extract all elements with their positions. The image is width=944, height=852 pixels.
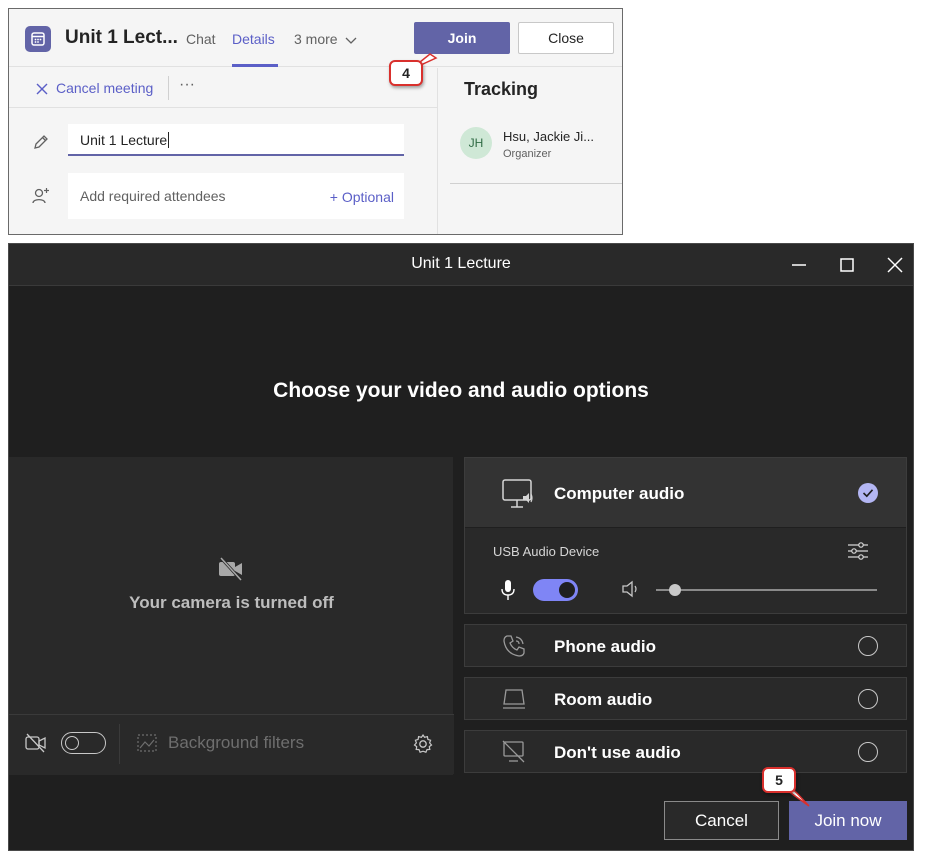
- tab-more-label: 3 more: [294, 31, 338, 47]
- phone-icon: [503, 635, 525, 657]
- meeting-details-panel: Unit 1 Lect... Chat Details 3 more Join …: [8, 8, 623, 235]
- avatar: JH: [460, 127, 492, 159]
- video-bar-divider: [119, 724, 120, 764]
- active-tab-indicator: [232, 64, 278, 67]
- text-cursor: [168, 132, 170, 148]
- checkmark-icon: [862, 489, 874, 498]
- dialog-heading: Choose your video and audio options: [273, 379, 649, 402]
- toolbar-divider: [168, 76, 169, 100]
- audio-device-label: USB Audio Device: [493, 544, 600, 559]
- background-filters-button[interactable]: Background filters: [168, 733, 304, 753]
- chevron-down-icon: [346, 37, 357, 45]
- meeting-title: Unit 1 Lect...: [65, 27, 178, 48]
- microphone-toggle[interactable]: [533, 579, 578, 601]
- tab-details[interactable]: Details: [232, 31, 275, 47]
- audio-option-none[interactable]: Don't use audio: [464, 730, 907, 773]
- room-device-icon: [503, 689, 525, 709]
- camera-off-message: Your camera is turned off: [129, 593, 334, 612]
- microphone-toggle-knob: [559, 582, 575, 598]
- no-audio-radio[interactable]: [858, 742, 878, 762]
- computer-speaker-icon: [502, 479, 533, 508]
- camera-toggle[interactable]: [61, 732, 106, 754]
- device-settings-icon[interactable]: [847, 541, 869, 561]
- minimize-icon[interactable]: [787, 253, 811, 277]
- audio-option-room[interactable]: Room audio: [464, 677, 907, 720]
- speaker-volume-icon: [622, 580, 637, 598]
- no-audio-label: Don't use audio: [554, 743, 681, 762]
- prejoin-dialog: Unit 1 Lecture Choose your video and aud…: [8, 243, 914, 851]
- microphone-icon: [501, 580, 515, 600]
- no-audio-icon: [502, 740, 525, 763]
- cancel-meeting-button[interactable]: Cancel meeting: [56, 80, 153, 96]
- pencil-icon: [34, 135, 48, 149]
- tab-chat[interactable]: Chat: [186, 31, 216, 47]
- tab-more[interactable]: 3 more: [294, 31, 357, 47]
- camera-toggle-knob: [65, 735, 79, 750]
- step-callout-5: 5: [762, 767, 796, 793]
- room-audio-label: Room audio: [554, 690, 653, 709]
- optional-attendees-button[interactable]: + Optional: [330, 189, 394, 205]
- volume-slider-track[interactable]: [656, 589, 877, 591]
- room-audio-radio[interactable]: [858, 689, 878, 709]
- volume-slider-handle[interactable]: [669, 584, 681, 596]
- attendees-input[interactable]: Add required attendees + Optional: [68, 173, 404, 219]
- maximize-icon[interactable]: [835, 253, 859, 277]
- meeting-title-input[interactable]: Unit 1 Lecture: [68, 124, 404, 156]
- more-options-button[interactable]: ···: [179, 76, 195, 94]
- meeting-header: Unit 1 Lect... Chat Details 3 more Join …: [9, 9, 622, 67]
- step-callout-4: 4: [389, 60, 423, 86]
- add-person-icon: [32, 188, 49, 204]
- phone-audio-radio[interactable]: [858, 636, 878, 656]
- organizer-name: Hsu, Jackie Ji...: [503, 129, 595, 144]
- cancel-button[interactable]: Cancel: [664, 801, 779, 840]
- close-icon: [36, 83, 48, 95]
- computer-audio-label: Computer audio: [554, 484, 685, 503]
- camera-off-icon: [219, 557, 243, 581]
- gear-icon[interactable]: [412, 733, 434, 755]
- window-title: Unit 1 Lecture: [411, 255, 511, 272]
- calendar-icon: [25, 26, 51, 52]
- audio-option-phone[interactable]: Phone audio: [464, 624, 907, 667]
- camera-off-small-icon: [25, 733, 46, 753]
- panel-divider: [437, 68, 438, 234]
- organizer-role: Organizer: [503, 148, 552, 160]
- window-titlebar: Unit 1 Lecture: [9, 244, 913, 286]
- close-button[interactable]: Close: [518, 22, 614, 54]
- meeting-toolbar: Cancel meeting ···: [9, 68, 437, 108]
- phone-audio-label: Phone audio: [554, 637, 656, 656]
- close-window-icon[interactable]: [883, 253, 907, 277]
- join-button[interactable]: Join: [414, 22, 510, 54]
- background-filters-icon: [137, 734, 157, 752]
- meeting-title-value: Unit 1 Lecture: [80, 132, 168, 148]
- tracking-divider: [450, 183, 622, 184]
- computer-audio-radio[interactable]: [858, 483, 878, 503]
- attendees-placeholder: Add required attendees: [80, 188, 226, 204]
- tracking-heading: Tracking: [464, 79, 539, 99]
